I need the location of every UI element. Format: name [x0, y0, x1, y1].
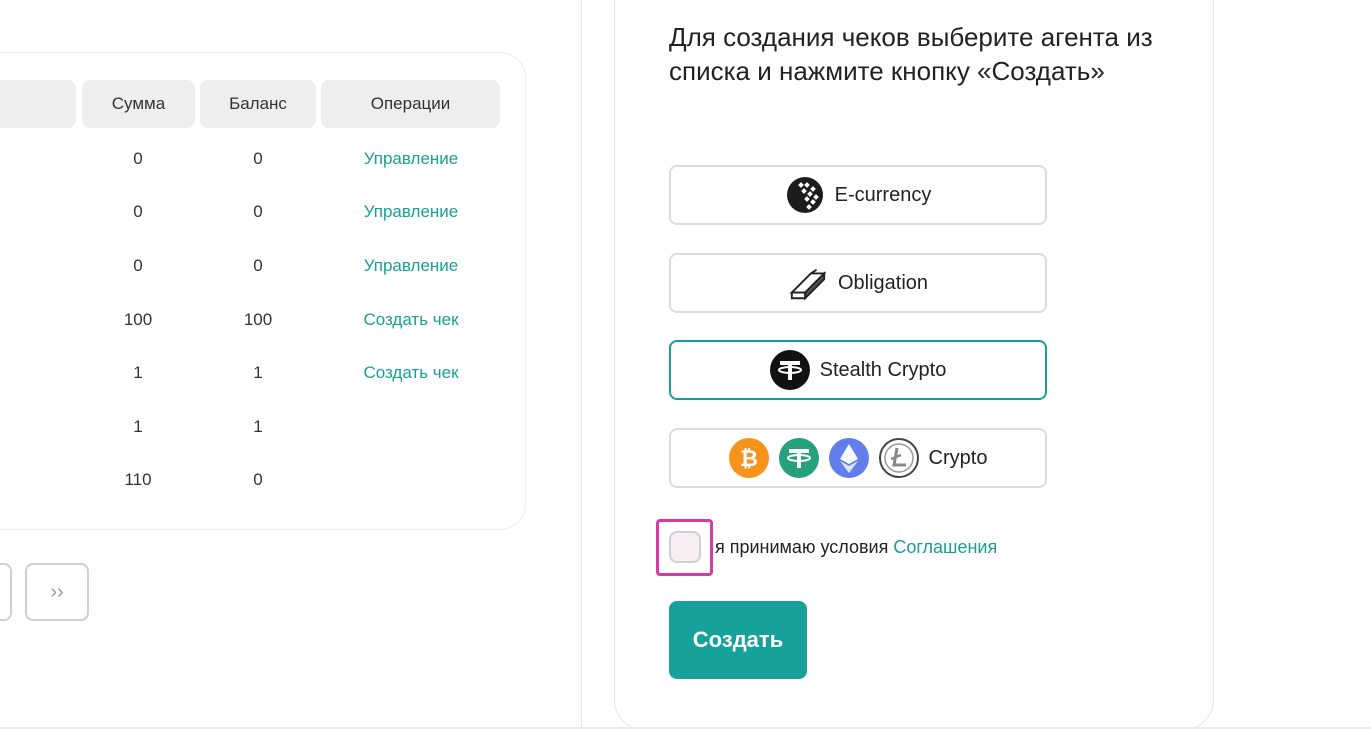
agent-label: Crypto [928, 446, 988, 469]
create-check-link[interactable]: Создать чек [331, 310, 491, 330]
row-sum: 0 [133, 256, 143, 275]
litecoin-icon [878, 438, 919, 478]
row-balance: 0 [253, 202, 263, 221]
tether-icon [769, 350, 810, 390]
row-balance: 0 [253, 149, 263, 168]
panel-instructions: Для создания чеков выберите агента из сп… [669, 22, 1153, 86]
manage-link[interactable]: Управление [331, 202, 491, 222]
gold-bar-icon [788, 263, 828, 303]
manage-link[interactable]: Управление [331, 149, 491, 169]
table-header-cut [0, 80, 76, 128]
pager-prev-button[interactable] [0, 563, 12, 621]
row-sum: 0 [133, 149, 143, 168]
row-balance: 1 [253, 417, 263, 436]
agents-table: Сумма Баланс Операции 0 0 Управление 0 0… [0, 52, 526, 530]
agent-stealth-crypto-button[interactable]: Stealth Crypto [669, 340, 1047, 400]
row-sum: 0 [133, 202, 143, 221]
panel-title-cut [668, 0, 808, 12]
row-sum: 1 [133, 417, 143, 436]
ethereum-icon [828, 438, 869, 478]
row-balance: 0 [253, 470, 263, 489]
create-check-link[interactable]: Создать чек [331, 363, 491, 383]
manage-link[interactable]: Управление [331, 256, 491, 276]
agreement-row: я принимаю условия Соглашения [656, 518, 997, 576]
cut-title-fragment [668, 0, 808, 4]
agreement-checkbox-highlight[interactable] [656, 518, 713, 576]
column-divider [581, 0, 582, 729]
row-balance: 0 [253, 256, 263, 275]
create-button[interactable]: Создать [669, 601, 807, 679]
double-chevron-right-icon: ›› [50, 580, 64, 603]
agent-obligation-button[interactable]: Obligation [669, 253, 1047, 313]
pager-last-button[interactable]: ›› [25, 563, 89, 621]
agreement-label: я принимаю условия [715, 536, 894, 557]
row-sum: 110 [124, 470, 152, 489]
webmoney-icon [785, 175, 825, 215]
agent-label: E-currency [834, 183, 932, 206]
row-balance: 1 [253, 363, 263, 382]
agreement-checkbox[interactable] [668, 531, 701, 563]
header-balance: Баланс [200, 80, 316, 128]
agent-e-currency-button[interactable]: E-currency [669, 165, 1047, 225]
header-operations: Операции [321, 80, 500, 128]
agent-label: Obligation [837, 271, 929, 294]
svg-text:₿: ₿ [740, 447, 758, 472]
agreement-link[interactable]: Соглашения [893, 537, 997, 557]
row-balance: 100 [243, 310, 273, 329]
row-sum: 1 [133, 363, 143, 382]
row-sum: 100 [123, 310, 153, 329]
agent-label: Stealth Crypto [819, 358, 947, 381]
agreement-text: я принимаю условия Соглашения [715, 537, 997, 558]
agent-crypto-button[interactable]: ₿ Crypto [669, 428, 1047, 488]
header-sum: Сумма [82, 80, 195, 128]
tether-icon [778, 438, 819, 478]
bitcoin-icon: ₿ [728, 438, 769, 478]
